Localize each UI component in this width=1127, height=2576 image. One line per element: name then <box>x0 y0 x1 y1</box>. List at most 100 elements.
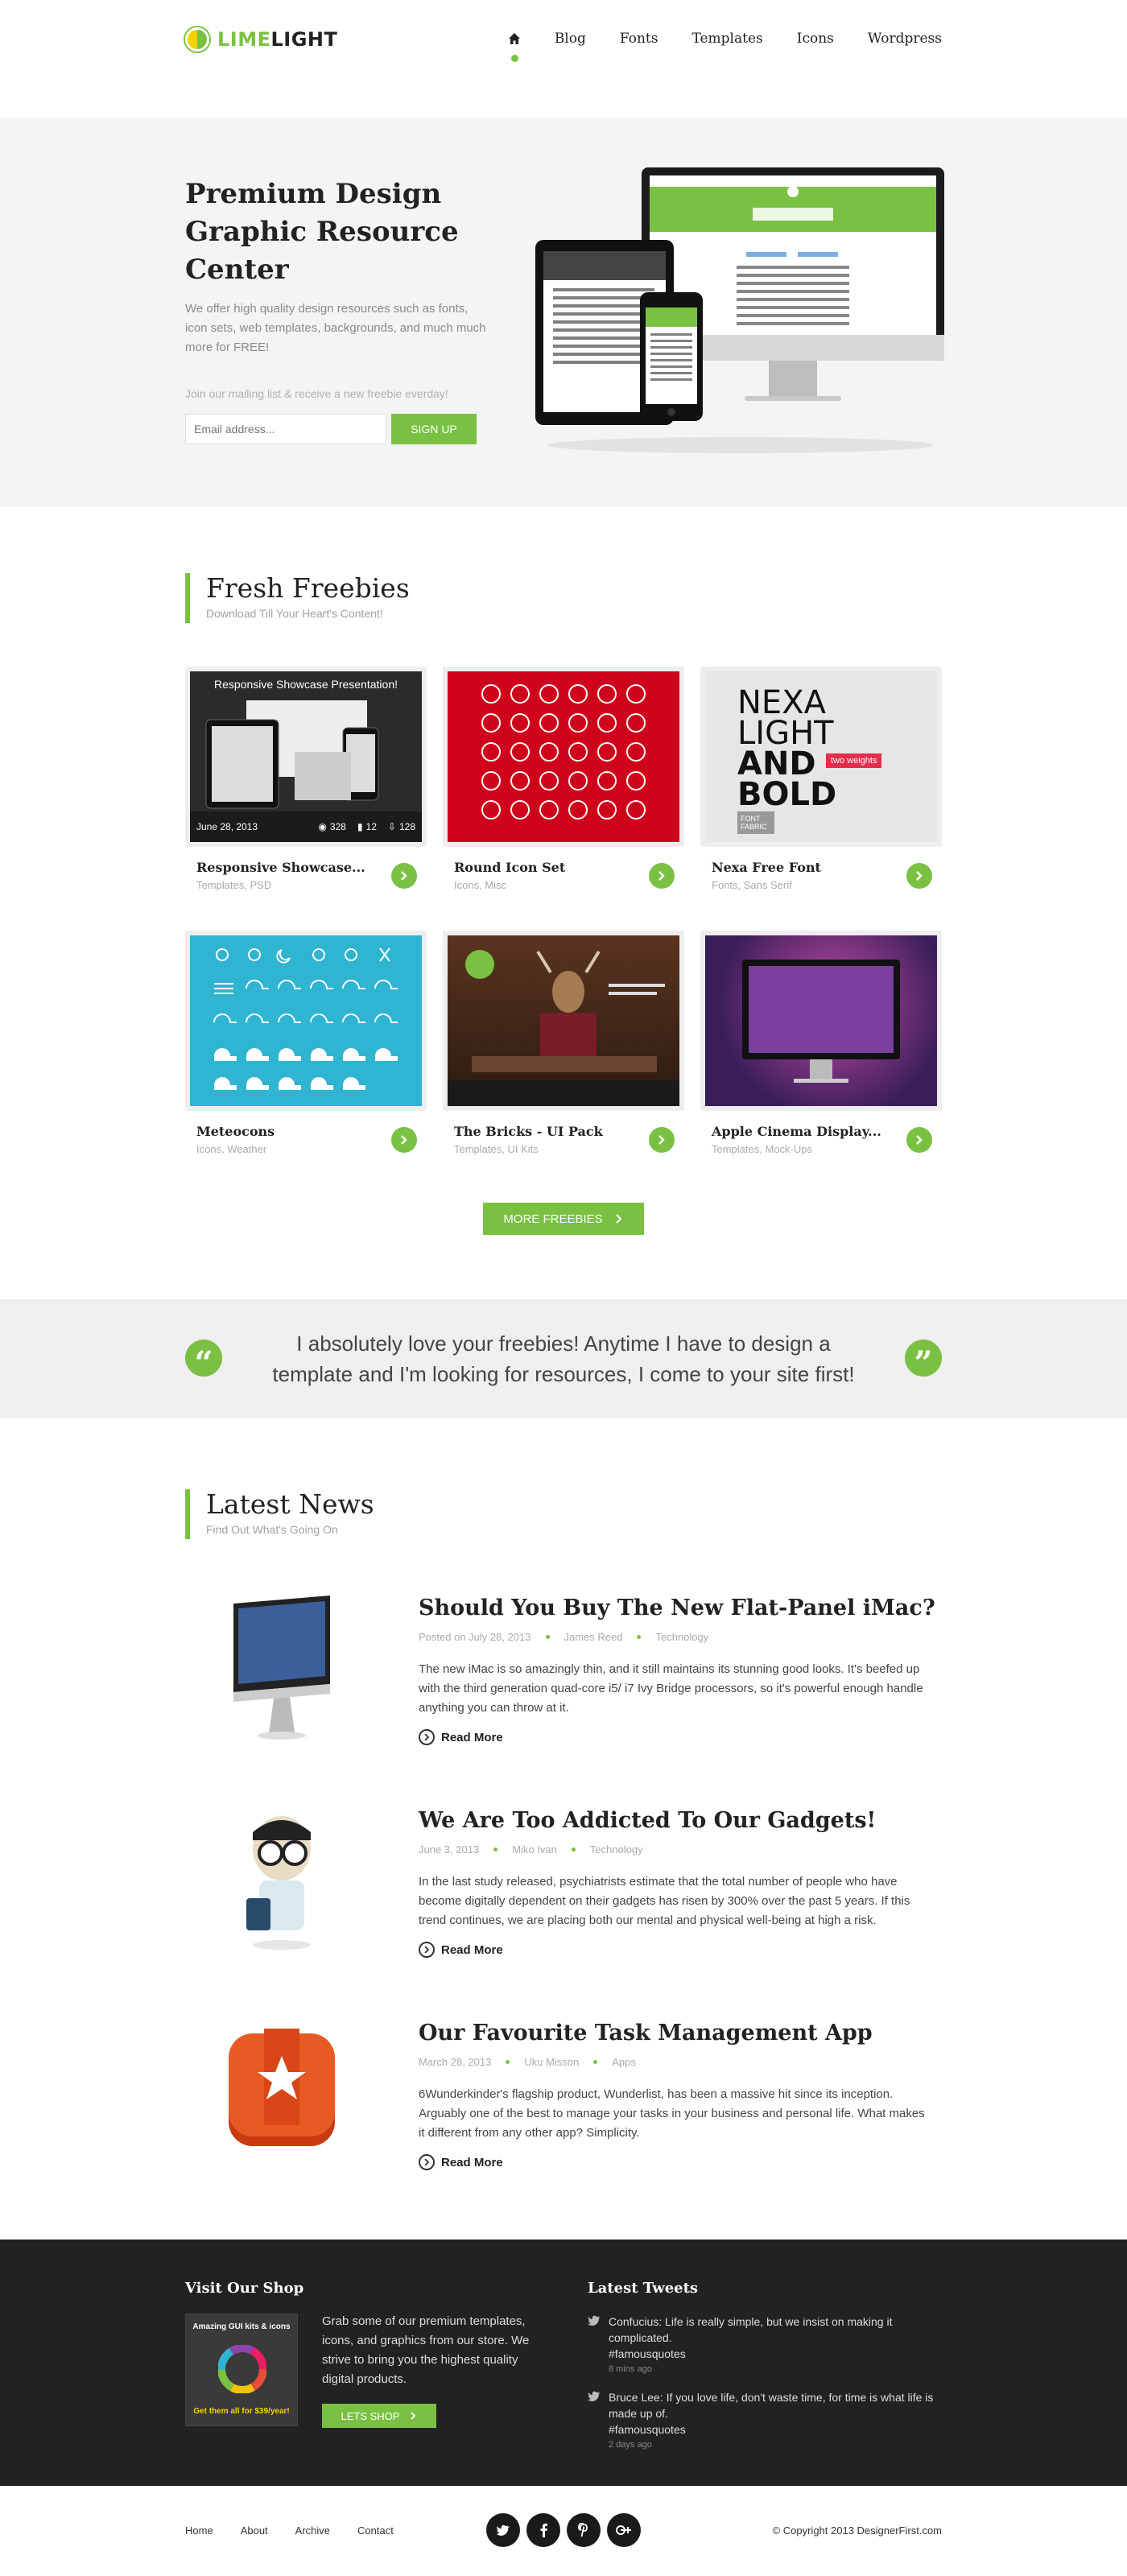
cinema-display-preview <box>742 960 900 1083</box>
post-category[interactable]: Technology <box>590 1843 643 1856</box>
freebie-title[interactable]: Meteocons <box>196 1124 275 1139</box>
footer-link-home[interactable]: Home <box>185 2524 213 2537</box>
nav-templates[interactable]: Templates <box>691 31 762 47</box>
nav-wordpress[interactable]: Wordpress <box>868 31 942 47</box>
read-more-link[interactable]: Read More <box>419 1942 503 1958</box>
freebie-title[interactable]: The Bricks - UI Pack <box>454 1124 603 1139</box>
freebie-category: Icons, Misc <box>454 879 507 891</box>
downloads-count: 128 <box>398 821 415 832</box>
news-post-meta: Posted on July 28, 2013 James Reed Techn… <box>419 1631 708 1643</box>
logo[interactable]: LIMELIGHT <box>185 27 337 52</box>
comments-count: 12 <box>365 821 377 832</box>
devices-illustration <box>535 167 944 453</box>
twitter-icon[interactable] <box>486 2513 520 2547</box>
tweet-text: Confucius: Life is really simple, but we… <box>609 2315 893 2344</box>
freebie-category: Templates, PSD <box>196 879 272 891</box>
freebie-thumbnail[interactable]: Responsive Showcase Presentation! June 2… <box>185 667 427 847</box>
freebie-title[interactable]: Nexa Free Font <box>712 860 821 875</box>
mailing-list-label: Join our mailing list & receive a new fr… <box>185 387 448 400</box>
more-freebies-button[interactable]: MORE FREEBIES <box>483 1203 644 1235</box>
eye-icon: ◉ <box>318 821 327 832</box>
pinterest-icon[interactable] <box>567 2513 601 2547</box>
freebie-card[interactable]: Responsive Showcase Presentation! June 2… <box>185 667 427 908</box>
shop-promo-image[interactable]: Amazing GUI kits & icons Get them all fo… <box>185 2314 298 2426</box>
bricks-ui-preview <box>448 950 679 1106</box>
tweet-hashtag[interactable]: #famousquotes <box>609 2421 942 2438</box>
news-post: We Are Too Addicted To Our Gadgets! June… <box>185 1808 942 1985</box>
hero-title: Premium Design Graphic Resource Center <box>185 178 459 286</box>
freebie-card[interactable]: Meteocons Icons, Weather <box>185 931 427 1172</box>
comment-icon: ▮ <box>357 821 363 832</box>
home-icon[interactable] <box>508 32 521 62</box>
facebook-icon[interactable] <box>526 2513 560 2547</box>
weather-icons-preview <box>213 947 398 1090</box>
news-post-body: 6Wunderkinder's flagship product, Wunder… <box>419 2087 925 2140</box>
arrow-right-icon[interactable] <box>906 1127 932 1153</box>
freebies-title: Fresh Freebies <box>206 572 410 604</box>
post-author[interactable]: Miko Ivan <box>512 1843 557 1856</box>
freebie-title[interactable]: Apple Cinema Display... <box>712 1124 881 1139</box>
freebie-thumbnail[interactable] <box>443 667 684 847</box>
news-post-title[interactable]: Our Favourite Task Management App <box>419 2021 873 2046</box>
freebie-card[interactable]: Apple Cinema Display... Templates, Mock-… <box>700 931 942 1172</box>
site-header: LIMELIGHT Blog Fonts Templates Icons Wor… <box>0 0 1127 118</box>
google-plus-icon[interactable] <box>607 2513 641 2547</box>
copyright: © Copyright 2013 DesignerFirst.com <box>772 2524 942 2537</box>
news-post-meta: March 28, 2013 Uku Misson Apps <box>419 2056 636 2068</box>
footer-link-contact[interactable]: Contact <box>357 2524 394 2537</box>
tweets-title: Latest Tweets <box>588 2280 699 2297</box>
arrow-right-icon[interactable] <box>391 1127 417 1153</box>
tweet-hashtag[interactable]: #famousquotes <box>609 2346 942 2362</box>
read-more-link[interactable]: Read More <box>419 1729 503 1745</box>
round-icons-preview <box>481 684 646 819</box>
signup-form: SIGN UP <box>185 414 477 444</box>
main-nav: Blog Fonts Templates Icons Wordpress <box>474 31 942 62</box>
nav-fonts[interactable]: Fonts <box>620 31 658 47</box>
post-author[interactable]: Uku Misson <box>524 2056 579 2068</box>
news-post-body: The new iMac is so amazingly thin, and i… <box>419 1662 923 1715</box>
news-post-meta: June 3, 2013 Miko Ivan Technology <box>419 1843 643 1856</box>
post-author[interactable]: James Reed <box>564 1631 623 1643</box>
freebie-card[interactable]: The Bricks - UI Pack Templates, UI Kits <box>443 931 684 1172</box>
email-input[interactable] <box>185 414 386 444</box>
freebie-card[interactable]: NEXA LIGHT AND BOLD two weights FONT FAB… <box>700 667 942 908</box>
freebie-thumbnail[interactable] <box>443 931 684 1111</box>
arrow-right-icon[interactable] <box>649 863 675 889</box>
views-count: 328 <box>329 821 346 832</box>
news-post-title[interactable]: We Are Too Addicted To Our Gadgets! <box>419 1808 876 1833</box>
tweet-text: Bruce Lee: If you love life, don't waste… <box>609 2391 934 2420</box>
freebie-card[interactable]: Round Icon Set Icons, Misc <box>443 667 684 908</box>
nexa-font-preview: NEXA LIGHT AND BOLD <box>737 684 837 813</box>
freebie-title[interactable]: Responsive Showcase... <box>196 860 365 875</box>
freebie-thumbnail[interactable] <box>185 931 427 1111</box>
post-category[interactable]: Technology <box>655 1631 708 1643</box>
arrow-right-icon[interactable] <box>391 863 417 889</box>
freebie-category: Icons, Weather <box>196 1143 267 1155</box>
lets-shop-button[interactable]: LETS SHOP <box>322 2404 436 2428</box>
freebie-thumbnail[interactable] <box>700 931 942 1111</box>
showcase-date: June 28, 2013 <box>196 821 258 832</box>
chevron-right-icon <box>419 2154 435 2170</box>
footer-link-archive[interactable]: Archive <box>295 2524 330 2537</box>
arrow-right-icon[interactable] <box>649 1127 675 1153</box>
nav-icons[interactable]: Icons <box>797 31 834 47</box>
post-date: June 3, 2013 <box>419 1843 480 1856</box>
freebie-thumbnail[interactable]: NEXA LIGHT AND BOLD two weights FONT FAB… <box>700 667 942 847</box>
footer-widgets: Visit Our Shop Amazing GUI kits & icons … <box>0 2240 1127 2486</box>
color-wheel-icon <box>218 2345 266 2393</box>
news-post-title[interactable]: Should You Buy The New Flat-Panel iMac? <box>419 1596 935 1620</box>
open-quote-icon: “ <box>185 1340 222 1382</box>
testimonial-section: “ I absolutely love your freebies! Anyti… <box>0 1299 1127 1418</box>
footer-bar: Home About Archive Contact © Copyright 2… <box>0 2486 1127 2576</box>
post-category[interactable]: Apps <box>612 2056 636 2068</box>
font-fabric-badge: FONT FABRIC <box>737 811 774 834</box>
showcase-stats-bar: June 28, 2013 ◉ 328 ▮ 12 ⇩ 128 <box>190 811 422 842</box>
freebie-title[interactable]: Round Icon Set <box>454 860 565 875</box>
download-icon: ⇩ <box>387 821 396 832</box>
nav-blog[interactable]: Blog <box>555 31 586 47</box>
signup-button[interactable]: SIGN UP <box>391 414 477 444</box>
footer-link-about[interactable]: About <box>241 2524 268 2537</box>
freebie-category: Templates, UI Kits <box>454 1143 539 1155</box>
arrow-right-icon[interactable] <box>906 863 932 889</box>
read-more-link[interactable]: Read More <box>419 2154 503 2170</box>
